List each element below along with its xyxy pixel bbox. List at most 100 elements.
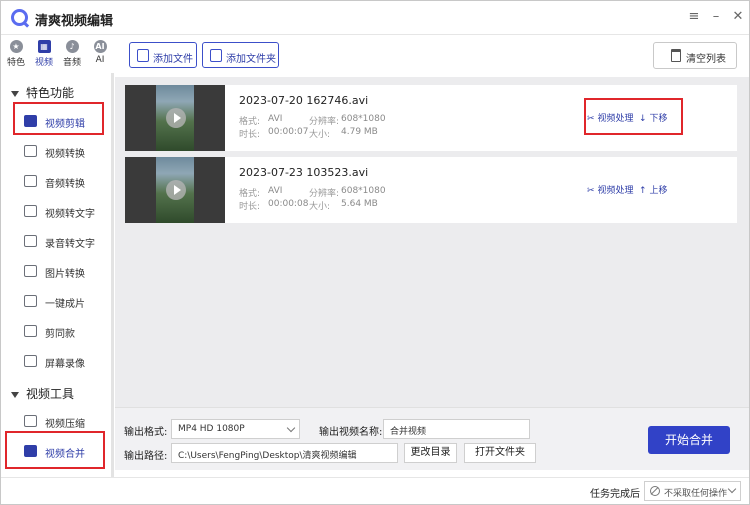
video-convert-icon — [24, 145, 37, 157]
sidebar-item-audio-to-text[interactable]: 录音转文字 — [21, 228, 109, 254]
resolution-value: 608*1080 — [341, 186, 386, 196]
collapse-icon — [11, 391, 19, 398]
chevron-down-icon — [286, 423, 296, 433]
output-path-field[interactable]: C:\Users\FengPing\Desktop\清爽视频编辑 — [171, 443, 398, 463]
no-action-icon — [650, 486, 660, 496]
sidebar-item-screen-record[interactable]: 屏幕录像 — [21, 348, 109, 374]
output-format-value: MP4 HD 1080P — [178, 424, 245, 434]
video-thumbnail — [125, 85, 225, 151]
add-folder-button[interactable]: 添加文件夹 — [202, 42, 279, 68]
sidebar-item-label: 剪同款 — [45, 329, 75, 340]
clear-list-button[interactable]: 清空列表 — [653, 42, 737, 69]
add-file-button[interactable]: 添加文件 — [129, 42, 197, 68]
sidebar-item-video-convert[interactable]: 视频转换 — [21, 138, 109, 164]
play-icon[interactable] — [166, 180, 186, 200]
file-name: 2023-07-20 162746.avi — [239, 94, 369, 107]
audio-icon: ♪ — [65, 40, 79, 53]
duration-label: 时长: — [239, 202, 261, 212]
ai-icon: AI — [93, 40, 107, 53]
move-up-button[interactable]: ↑ 上移 — [639, 183, 668, 196]
resolution-label: 分辨率: — [309, 117, 340, 127]
video-thumbnail — [125, 157, 225, 223]
sidebar-item-video-to-text[interactable]: 视频转文字 — [21, 198, 109, 224]
tab-label: 特色 — [6, 58, 25, 68]
file-card[interactable]: 2023-07-23 103523.avi 格式: AVI 分辨率: 608*1… — [125, 157, 737, 223]
resolution-label: 分辨率: — [309, 189, 340, 199]
button-label: 添加文件 — [153, 54, 193, 65]
after-task-value: 不采取任何操作 — [664, 489, 728, 499]
sidebar-item-audio-convert[interactable]: 音频转换 — [21, 168, 109, 194]
microphone-icon — [24, 175, 37, 187]
close-icon[interactable]: ✕ — [731, 10, 745, 24]
tab-label: AI — [95, 55, 105, 65]
size-label: 大小: — [309, 202, 331, 212]
open-folder-button[interactable]: 打开文件夹 — [464, 443, 536, 463]
add-file-icon — [137, 49, 149, 62]
sidebar-item-image-convert[interactable]: 图片转换 — [21, 258, 109, 284]
video-process-button[interactable]: ✂ 视频处理 — [587, 183, 634, 196]
file-name: 2023-07-23 103523.avi — [239, 166, 369, 179]
sidebar-scrollbar[interactable] — [111, 73, 114, 478]
duration-label: 时长: — [239, 130, 261, 140]
tab-ai[interactable]: AI AI — [86, 38, 114, 70]
action-label: 上移 — [649, 186, 668, 196]
change-directory-button[interactable]: 更改目录 — [404, 443, 457, 463]
sidebar-item-template[interactable]: 剪同款 — [21, 318, 109, 344]
title-bar: 清爽视频编辑 ≡ – ✕ — [1, 1, 749, 35]
add-folder-icon — [210, 49, 222, 62]
highlight-box — [584, 98, 683, 135]
format-value: AVI — [268, 114, 283, 124]
app-title: 清爽视频编辑 — [35, 14, 114, 29]
video-icon: ▦ — [37, 40, 51, 53]
sidebar-item-one-click[interactable]: 一键成片 — [21, 288, 109, 314]
resolution-value: 608*1080 — [341, 114, 386, 124]
output-name-label: 输出视频名称: — [319, 427, 383, 438]
menu-icon[interactable]: ≡ — [687, 10, 701, 24]
template-icon — [24, 325, 37, 337]
highlight-box — [13, 102, 104, 135]
app-logo-icon — [11, 9, 28, 26]
screen-record-icon — [24, 355, 37, 367]
format-value: AVI — [268, 186, 283, 196]
category-tabs: ★ 特色 ▦ 视频 ♪ 音频 AI AI — [1, 36, 114, 70]
section-featured[interactable]: 特色功能 — [11, 84, 74, 101]
sidebar-item-label: 录音转文字 — [45, 239, 95, 250]
arrow-up-icon: ↑ — [639, 186, 647, 196]
trash-icon — [671, 49, 681, 62]
size-value: 5.64 MB — [341, 199, 378, 209]
compress-icon — [24, 415, 37, 427]
sidebar-item-label: 一键成片 — [45, 299, 85, 310]
output-name-field[interactable]: 合并视频 — [383, 419, 530, 439]
play-icon[interactable] — [166, 108, 186, 128]
tab-featured[interactable]: ★ 特色 — [2, 38, 30, 70]
output-path-label: 输出路径: — [124, 451, 168, 462]
action-label: 视频处理 — [597, 186, 634, 196]
tab-video[interactable]: ▦ 视频 — [30, 38, 58, 70]
scissors-icon: ✂ — [587, 186, 595, 196]
after-task-select[interactable]: 不采取任何操作 — [644, 481, 741, 501]
after-task-label: 任务完成后 — [590, 489, 640, 500]
size-label: 大小: — [309, 130, 331, 140]
section-title: 视频工具 — [26, 387, 75, 401]
tab-label: 视频 — [34, 58, 53, 68]
size-value: 4.79 MB — [341, 127, 378, 137]
star-icon: ★ — [9, 40, 23, 53]
collapse-icon — [11, 90, 19, 97]
output-format-select[interactable]: MP4 HD 1080P — [171, 419, 300, 439]
sidebar-item-label: 图片转换 — [45, 269, 85, 280]
format-label: 格式: — [239, 117, 261, 127]
section-title: 特色功能 — [26, 86, 75, 100]
tab-label: 音频 — [62, 58, 81, 68]
duration-value: 00:00:07 — [268, 127, 309, 137]
video-to-text-icon — [24, 205, 37, 217]
output-format-label: 输出格式: — [124, 427, 168, 438]
duration-value: 00:00:08 — [268, 199, 309, 209]
minimize-icon[interactable]: – — [709, 10, 723, 24]
start-merge-button[interactable]: 开始合并 — [648, 426, 730, 454]
tab-audio[interactable]: ♪ 音频 — [58, 38, 86, 70]
sidebar-item-label: 屏幕录像 — [45, 359, 85, 370]
sidebar-item-label: 视频压缩 — [45, 419, 85, 430]
sidebar-item-label: 音频转换 — [45, 179, 85, 190]
section-video-tools[interactable]: 视频工具 — [11, 385, 74, 402]
sidebar-item-label: 视频转换 — [45, 149, 85, 160]
